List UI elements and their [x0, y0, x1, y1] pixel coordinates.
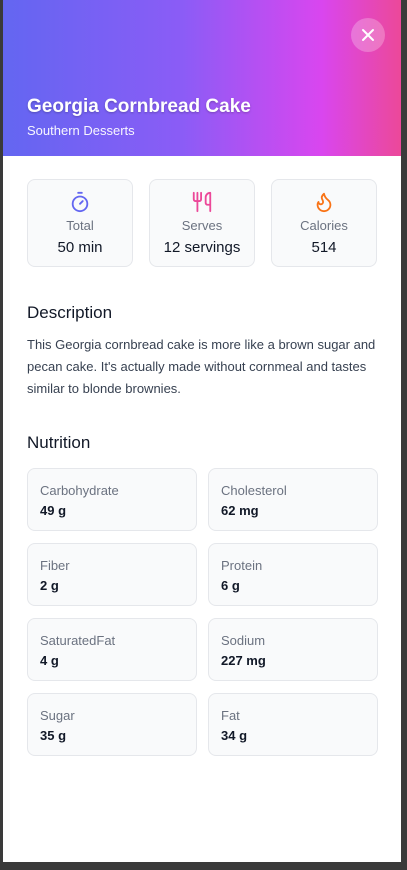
- stat-value: 514: [311, 239, 337, 256]
- nutrition-value: 6 g: [221, 578, 240, 593]
- stat-label: Calories: [300, 218, 348, 233]
- stat-calories: Calories 514: [271, 179, 377, 267]
- stats-row: Total 50 min Serves 12 servings Calories…: [27, 179, 377, 267]
- nutrition-value: 35 g: [40, 728, 67, 743]
- timer-icon: [71, 191, 89, 213]
- recipe-header: Georgia Cornbread Cake Southern Desserts: [3, 0, 401, 156]
- description-text: This Georgia cornbread cake is more like…: [27, 337, 376, 396]
- nutrition-value: 49 g: [40, 503, 67, 518]
- nutrition-value: 227 mg: [221, 653, 266, 668]
- nutrition-value: 4 g: [40, 653, 59, 668]
- description-heading: Description: [27, 303, 113, 322]
- nutrition-label: Cholesterol: [221, 483, 287, 498]
- flame-icon: [316, 192, 332, 213]
- nutrition-value: 62 mg: [221, 503, 259, 518]
- stat-value: 12 servings: [163, 239, 241, 256]
- nutrition-card-sodium: Sodium 227 mg: [208, 618, 378, 681]
- nutrition-card-fiber: Fiber 2 g: [27, 543, 197, 606]
- nutrition-card-fat: Fat 34 g: [208, 693, 378, 756]
- nutrition-grid: Carbohydrate 49 g Cholesterol 62 mg Fibe…: [27, 468, 378, 756]
- recipe-title: Georgia Cornbread Cake: [27, 96, 251, 117]
- close-button[interactable]: [351, 18, 385, 52]
- nutrition-label: Sodium: [221, 633, 266, 648]
- stat-label: Total: [66, 218, 94, 233]
- nutrition-label: Carbohydrate: [40, 483, 119, 498]
- nutrition-card-protein: Protein 6 g: [208, 543, 378, 606]
- nutrition-card-carbohydrate: Carbohydrate 49 g: [27, 468, 197, 531]
- recipe-detail-panel: Georgia Cornbread Cake Southern Desserts…: [3, 0, 401, 862]
- utensils-icon: [192, 191, 212, 213]
- nutrition-heading: Nutrition: [27, 433, 91, 452]
- nutrition-card-saturated-fat: SaturatedFat 4 g: [27, 618, 197, 681]
- nutrition-value: 2 g: [40, 578, 59, 593]
- nutrition-card-cholesterol: Cholesterol 62 mg: [208, 468, 378, 531]
- nutrition-value: 34 g: [221, 728, 248, 743]
- stat-value: 50 min: [57, 239, 103, 256]
- nutrition-card-sugar: Sugar 35 g: [27, 693, 197, 756]
- nutrition-label: Fiber: [40, 558, 70, 573]
- close-icon: [362, 29, 374, 41]
- stat-label: Serves: [181, 218, 223, 233]
- nutrition-label: Sugar: [40, 708, 75, 723]
- stat-servings: Serves 12 servings: [149, 179, 255, 267]
- nutrition-label: SaturatedFat: [40, 633, 116, 648]
- recipe-category: Southern Desserts: [27, 123, 135, 138]
- nutrition-label: Fat: [221, 708, 240, 723]
- stat-total-time: Total 50 min: [27, 179, 133, 267]
- nutrition-label: Protein: [221, 558, 263, 573]
